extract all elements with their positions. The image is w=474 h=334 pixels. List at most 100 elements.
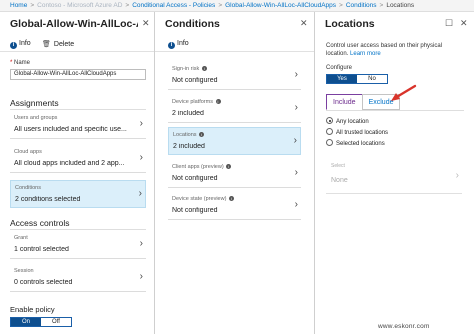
- assignment-users-and-groups[interactable]: Users and groups All users included and …: [10, 111, 146, 139]
- close-icon[interactable]: ✕: [142, 18, 150, 28]
- chevron-right-icon: ›: [294, 102, 298, 113]
- name-label-text: Name: [14, 60, 31, 66]
- tile-value: 2 conditions selected: [15, 196, 81, 203]
- access-control-grant[interactable]: Grant 1 control selected ›: [10, 231, 146, 259]
- maximize-icon[interactable]: ☐: [445, 18, 453, 28]
- learn-more-link[interactable]: Learn more: [350, 51, 381, 57]
- tile-label-text: Device platforms: [172, 99, 213, 105]
- info-icon: i: [168, 42, 175, 49]
- tile-label: Device state (preview) i: [172, 196, 234, 202]
- delete-button[interactable]: 🗑 Delete: [42, 40, 74, 48]
- breadcrumb-separator: >: [125, 2, 130, 9]
- info-icon: i: [228, 196, 234, 201]
- assignment-conditions[interactable]: Conditions 2 conditions selected ›: [10, 180, 146, 208]
- tile-value: All cloud apps included and 2 app...: [14, 160, 125, 167]
- policy-blade: Global-Allow-Win-AllLoc-All... ✕ iInfo 🗑…: [0, 12, 155, 334]
- configure-toggle[interactable]: Yes No: [326, 74, 388, 84]
- radio-all-trusted-locations[interactable]: All trusted locations: [326, 128, 388, 136]
- chevron-right-icon: ›: [293, 135, 297, 146]
- assignment-cloud-apps[interactable]: Cloud apps All cloud apps included and 2…: [10, 145, 146, 173]
- chevron-right-icon: ›: [139, 238, 143, 249]
- tile-value: 2 included: [172, 110, 204, 117]
- breadcrumb-separator: >: [379, 2, 384, 9]
- breadcrumb-tenant[interactable]: Contoso - Microsoft Azure AD: [37, 2, 122, 9]
- info-icon: i: [199, 132, 205, 137]
- enable-on-option[interactable]: On: [11, 318, 41, 326]
- chevron-right-icon: ›: [294, 167, 298, 178]
- radio-selected-locations[interactable]: Selected locations: [326, 139, 385, 147]
- condition-client-apps[interactable]: Client apps (preview) i Not configured ›: [168, 160, 301, 188]
- radio-button: [326, 139, 333, 146]
- conditions-command-bar: i Info: [155, 38, 314, 52]
- breadcrumb-locations: Locations: [386, 2, 415, 9]
- condition-device-state[interactable]: Device state (preview) i Not configured …: [168, 192, 301, 220]
- tile-value: Not configured: [172, 175, 218, 182]
- tile-value: 2 included: [173, 143, 205, 150]
- enable-off-option[interactable]: Off: [41, 318, 71, 326]
- breadcrumb-conditions[interactable]: Conditions: [346, 2, 377, 9]
- chevron-right-icon: ›: [294, 69, 298, 80]
- chevron-right-icon: ›: [139, 118, 143, 129]
- chevron-right-icon: ›: [139, 152, 143, 163]
- divider: [10, 109, 146, 110]
- tile-value: 0 controls selected: [14, 279, 73, 286]
- policy-command-bar: i Info 🗑 Delete: [0, 38, 154, 52]
- delete-button-label: Delete: [53, 41, 75, 48]
- condition-device-platforms[interactable]: Device platforms i 2 included ›: [168, 95, 301, 123]
- tile-label: Conditions: [15, 185, 41, 191]
- breadcrumb: Home > Contoso - Microsoft Azure AD > Condit…: [10, 2, 414, 9]
- locations-blade: Locations ☐ ✕ Control user access based …: [315, 12, 474, 334]
- red-arrow-icon: [391, 84, 417, 101]
- condition-sign-in-risk[interactable]: Sign-in risk i Not configured ›: [168, 62, 301, 90]
- info-button-label: Info: [177, 40, 189, 47]
- close-icon[interactable]: ✕: [300, 18, 308, 28]
- select-label: Select: [331, 163, 345, 169]
- tile-value: All users included and specific use...: [14, 126, 127, 133]
- radio-button: [326, 128, 333, 135]
- locations-description: Control user access based on their physi…: [326, 42, 466, 58]
- info-icon: i: [201, 66, 207, 71]
- breadcrumb-home[interactable]: Home: [10, 2, 27, 9]
- tile-label-text: Sign-in risk: [172, 66, 200, 72]
- select-locations-picker[interactable]: Select None ›: [326, 160, 462, 194]
- condition-locations[interactable]: Locations i 2 included ›: [168, 127, 301, 155]
- assignments-heading: Assignments: [10, 98, 59, 108]
- configure-yes-option[interactable]: Yes: [327, 75, 357, 83]
- info-button[interactable]: i Info: [10, 40, 31, 49]
- trash-icon: 🗑: [42, 41, 51, 48]
- tab-include[interactable]: Include: [326, 94, 363, 110]
- enable-policy-toggle[interactable]: On Off: [10, 317, 72, 327]
- tile-label-text: Device state (preview): [172, 196, 227, 202]
- chevron-right-icon: ›: [455, 170, 459, 181]
- info-button-label: Info: [19, 40, 31, 47]
- policy-name-input[interactable]: Global-Allow-Win-AllLoc-AllCloudApps: [10, 69, 146, 80]
- name-label: * Name: [10, 60, 30, 66]
- divider: [10, 229, 146, 230]
- breadcrumb-separator: >: [30, 2, 35, 9]
- watermark: www.eskonr.com: [378, 323, 430, 330]
- locations-blade-header: Locations ☐ ✕: [315, 12, 474, 34]
- tile-label: Client apps (preview) i: [172, 164, 232, 170]
- access-control-session[interactable]: Session 0 controls selected ›: [10, 264, 146, 292]
- breadcrumb-separator: >: [339, 2, 343, 9]
- breadcrumb-policy[interactable]: Global-Allow-Win-AllLoc-AllCloudApps: [225, 2, 336, 9]
- enable-policy-label: Enable policy: [10, 305, 55, 314]
- breadcrumb-separator: >: [218, 2, 223, 9]
- top-bar: Home > Contoso - Microsoft Azure AD > Condit…: [0, 0, 474, 12]
- tile-label: Cloud apps: [14, 149, 42, 155]
- radio-any-location[interactable]: Any location: [326, 117, 369, 125]
- configure-no-option[interactable]: No: [357, 75, 387, 83]
- info-button[interactable]: i Info: [168, 40, 189, 49]
- tile-value: Not configured: [172, 207, 218, 214]
- locations-blade-title: Locations: [325, 18, 375, 30]
- info-icon: i: [10, 42, 17, 49]
- breadcrumb-policies[interactable]: Conditional Access - Policies: [132, 2, 215, 9]
- select-value: None: [331, 177, 348, 184]
- policy-blade-header: Global-Allow-Win-AllLoc-All... ✕: [0, 12, 154, 34]
- info-icon: i: [226, 164, 232, 169]
- tile-label: Grant: [14, 235, 28, 241]
- tabs-underline: [326, 110, 464, 111]
- close-icon[interactable]: ✕: [460, 18, 468, 28]
- tile-label: Locations i: [173, 132, 205, 138]
- radio-button-selected: [326, 117, 333, 124]
